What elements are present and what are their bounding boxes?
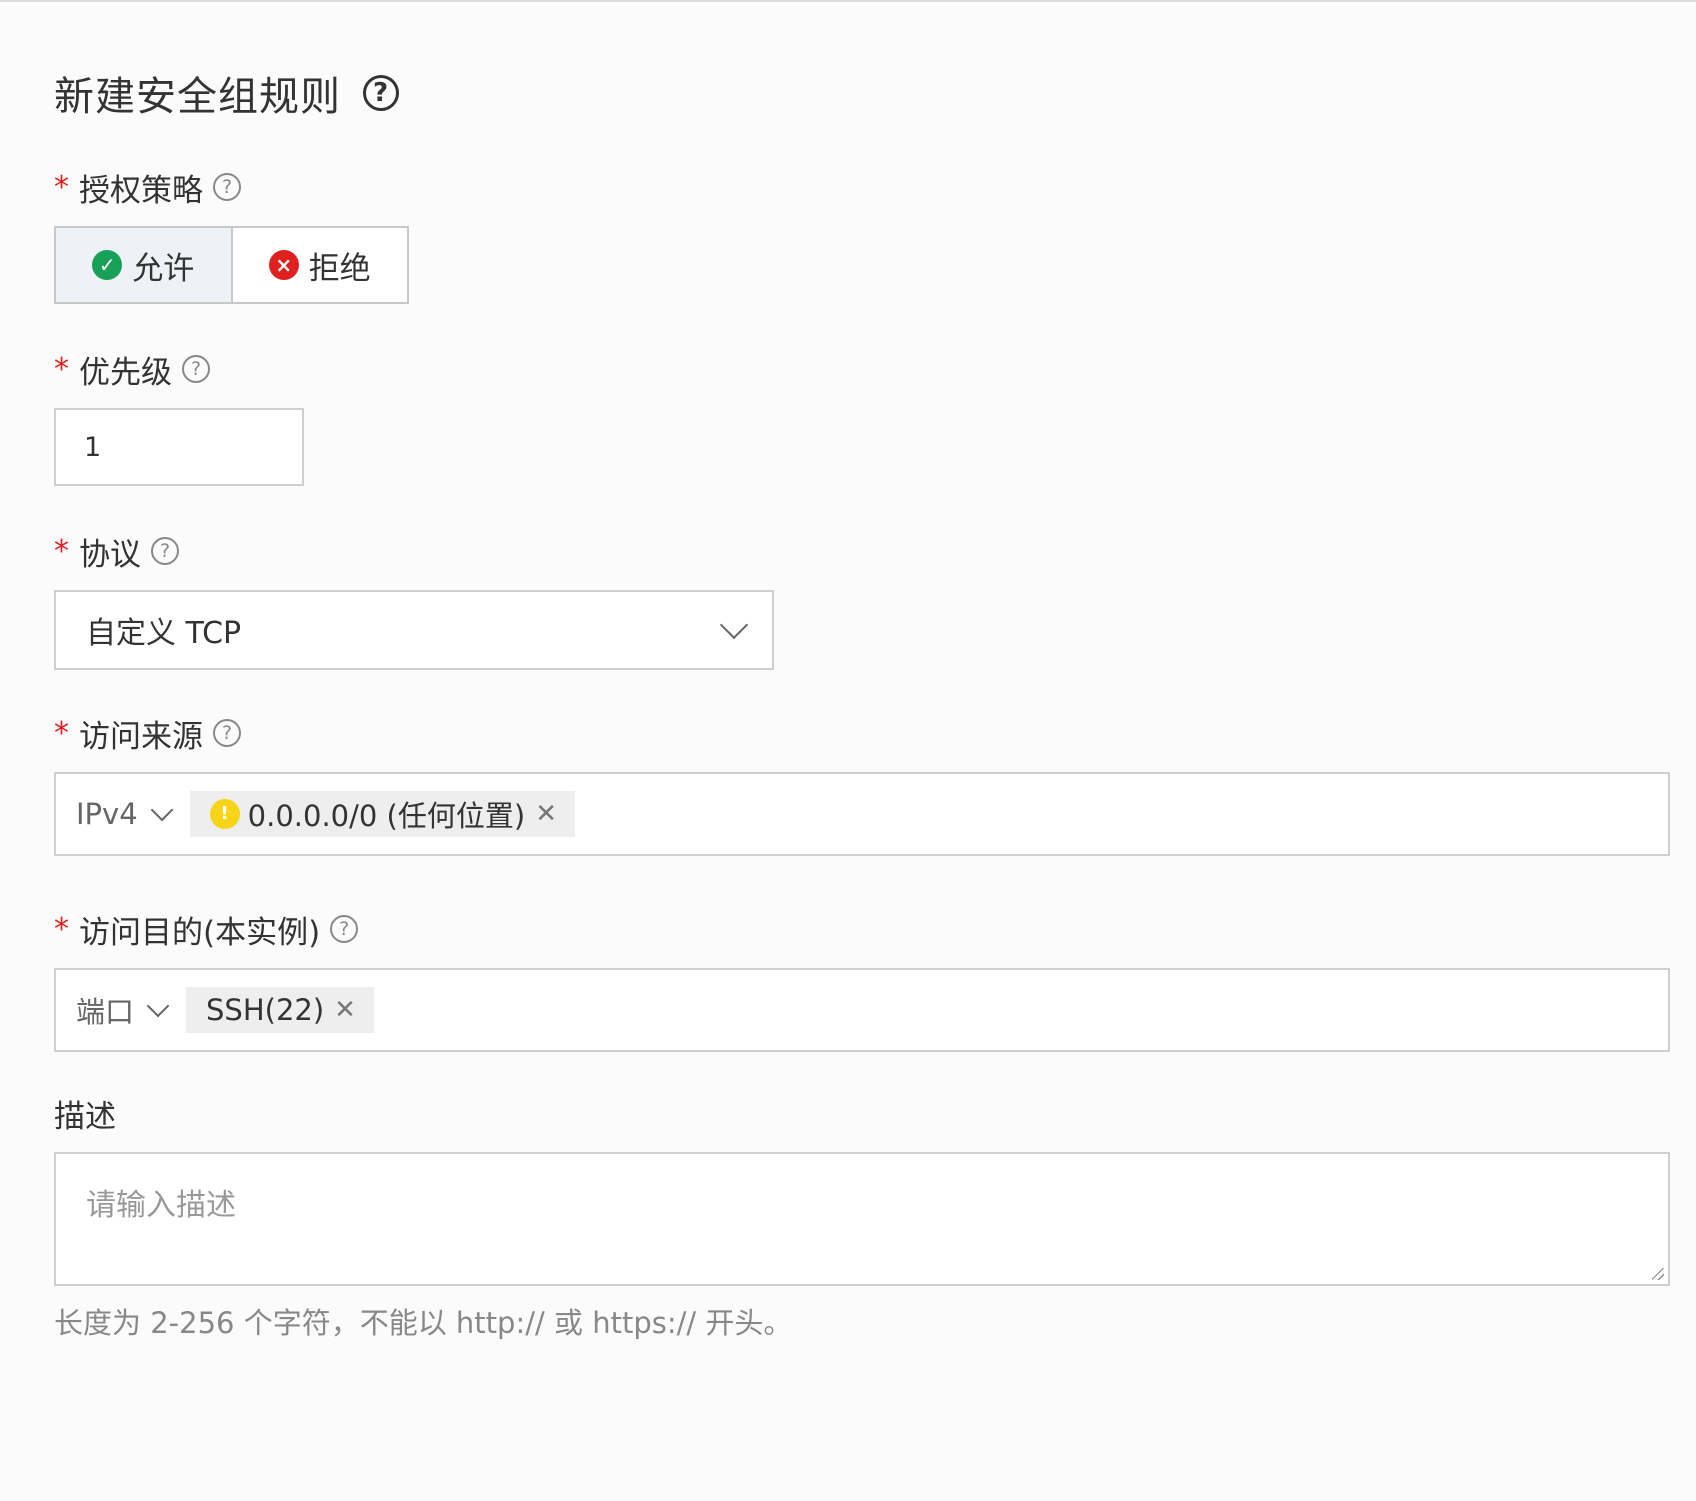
priority-value: 1 [84, 431, 102, 463]
policy-segmented-control: ✓ 允许 × 拒绝 [54, 226, 409, 304]
protocol-label-row: * 协议 ? [54, 528, 1670, 574]
destination-type-value: 端口 [76, 995, 135, 1029]
page-title: 新建安全组规则 [54, 74, 341, 120]
source-type-value: IPv4 [76, 797, 138, 831]
required-mark: * [54, 715, 69, 751]
close-icon[interactable]: ✕ [535, 801, 557, 827]
resize-handle-icon[interactable] [1652, 1268, 1664, 1280]
title-help-icon[interactable]: ? [363, 75, 399, 111]
description-hint: 长度为 2-256 个字符，不能以 http:// 或 https:// 开头。 [54, 1306, 793, 1340]
check-circle-icon: ✓ [92, 250, 123, 280]
destination-type-select[interactable]: 端口 [76, 989, 170, 1031]
source-input[interactable]: IPv4 ! 0.0.0.0/0 (任何位置) ✕ [54, 772, 1670, 856]
protocol-field: * 协议 ? 自定义 TCP [54, 528, 1670, 670]
description-label-row: 描述 [54, 1090, 1670, 1136]
source-label-row: * 访问来源 ? [54, 710, 1670, 756]
required-mark: * [54, 169, 69, 205]
priority-label: 优先级 [79, 354, 172, 391]
cross-circle-icon: × [268, 250, 299, 280]
destination-label-row: * 访问目的(本实例) ? [54, 906, 1670, 952]
protocol-label: 协议 [79, 536, 141, 573]
policy-allow-label: 允许 [132, 250, 195, 287]
description-textarea[interactable]: 请输入描述 [54, 1152, 1670, 1286]
policy-label: 授权策略 [79, 172, 203, 209]
required-mark: * [54, 351, 69, 387]
source-tag-label: 0.0.0.0/0 (任何位置) [247, 799, 526, 833]
warning-icon: ! [209, 799, 240, 829]
destination-input[interactable]: 端口 SSH(22) ✕ [54, 968, 1670, 1052]
source-label: 访问来源 [79, 718, 203, 755]
policy-deny-label: 拒绝 [308, 250, 371, 287]
page-title-row: 新建安全组规则 ? [54, 60, 1670, 126]
policy-label-row: * 授权策略 ? [54, 164, 1670, 210]
priority-label-row: * 优先级 ? [54, 346, 1670, 392]
required-mark: * [54, 911, 69, 947]
priority-input[interactable]: 1 [54, 408, 304, 486]
chevron-down-icon [719, 610, 749, 640]
top-divider [0, 0, 1696, 2]
destination-help-icon[interactable]: ? [330, 915, 359, 943]
protocol-help-icon[interactable]: ? [151, 537, 179, 565]
protocol-select[interactable]: 自定义 TCP [54, 590, 774, 670]
required-mark: * [54, 533, 69, 569]
chevron-down-icon [150, 798, 173, 822]
destination-label: 访问目的(本实例) [79, 914, 321, 951]
chevron-down-icon [146, 994, 170, 1018]
protocol-value: 自定义 TCP [86, 616, 242, 651]
destination-tag-label: SSH(22) [206, 993, 325, 1027]
policy-help-icon[interactable]: ? [213, 173, 241, 201]
source-help-icon[interactable]: ? [213, 719, 241, 747]
description-field: 描述 请输入描述 长度为 2-256 个字符，不能以 http:// 或 htt… [54, 1090, 1670, 1342]
policy-allow-option[interactable]: ✓ 允许 [56, 228, 233, 302]
priority-field: * 优先级 ? 1 [54, 346, 1670, 486]
destination-tag: SSH(22) ✕ [186, 987, 374, 1033]
policy-deny-option[interactable]: × 拒绝 [233, 228, 408, 302]
security-group-rule-form: 新建安全组规则 ? * 授权策略 ? ✓ 允许 × 拒绝 * 优先级 ? 1 *… [54, 60, 1670, 1342]
close-icon[interactable]: ✕ [334, 997, 356, 1023]
source-tag: ! 0.0.0.0/0 (任何位置) ✕ [189, 791, 575, 837]
source-type-select[interactable]: IPv4 [76, 797, 173, 831]
description-label: 描述 [54, 1098, 116, 1135]
policy-field: * 授权策略 ? ✓ 允许 × 拒绝 [54, 164, 1670, 304]
description-placeholder: 请输入描述 [86, 1188, 236, 1223]
destination-field: * 访问目的(本实例) ? 端口 SSH(22) ✕ [54, 906, 1670, 1052]
priority-help-icon[interactable]: ? [182, 355, 210, 383]
source-field: * 访问来源 ? IPv4 ! 0.0.0.0/0 (任何位置) ✕ [54, 710, 1670, 856]
